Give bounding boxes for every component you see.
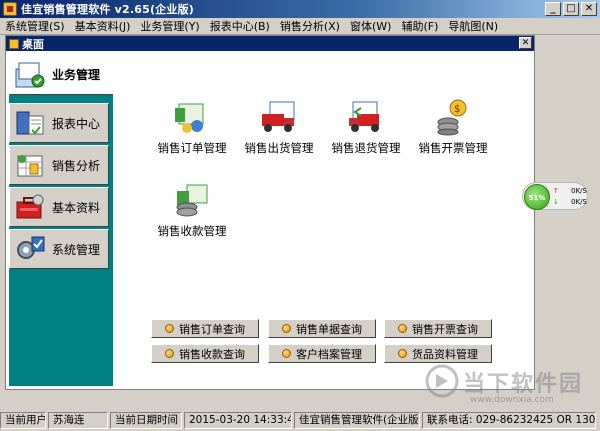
module-sales-order[interactable]: 销售订单管理 xyxy=(142,98,242,156)
sales-shipment-icon xyxy=(260,98,298,136)
download-speed: 0K/S xyxy=(571,198,587,206)
status-contact: 联系电话: 029-86232425 OR 13072908445 xyxy=(422,412,596,429)
sidebar-item-label: 业务管理 xyxy=(52,67,101,82)
module-sales-shipment[interactable]: 销售出货管理 xyxy=(229,98,329,156)
system-icon xyxy=(14,234,46,264)
sidebar-item-system[interactable]: 系统管理 xyxy=(9,229,109,269)
sidebar-item-reports[interactable]: 报表中心 xyxy=(9,103,109,143)
sidebar-item-label: 系统管理 xyxy=(52,242,101,257)
watermark-url: www.downxia.com xyxy=(470,395,554,405)
module-label: 销售开票管理 xyxy=(418,141,488,155)
module-sales-invoice[interactable]: $ 销售开票管理 xyxy=(403,98,503,156)
report-icon xyxy=(14,108,46,138)
app-icon xyxy=(3,2,17,16)
svg-text:$: $ xyxy=(454,104,460,115)
minimize-button[interactable]: _ xyxy=(545,2,561,16)
status-bar: 当前用户 苏海连 当前日期时间 2015-03-20 14:33:43 佳宜销售… xyxy=(0,410,600,431)
menu-bar: 系统管理(S) 基本资料(J) 业务管理(Y) 报表中心(B) 销售分析(X) … xyxy=(0,18,600,35)
business-icon xyxy=(14,59,46,89)
sidebar: 业务管理 报表中心 销售分析 基本资料 系统管理 xyxy=(9,53,113,386)
menu-business[interactable]: 业务管理(Y) xyxy=(135,18,204,34)
desktop-icon xyxy=(9,38,19,49)
sales-document-query-button[interactable]: 销售单据查询 xyxy=(268,319,376,338)
sales-return-icon xyxy=(347,98,385,136)
sidebar-item-business[interactable]: 业务管理 xyxy=(9,53,113,95)
watermark-text: 当下软件园 xyxy=(463,372,584,397)
status-user: 苏海连 xyxy=(48,412,108,429)
customer-records-button[interactable]: 客户档案管理 xyxy=(268,344,376,363)
sales-receipt-query-button[interactable]: 销售收款查询 xyxy=(151,344,259,363)
button-label: 销售单据查询 xyxy=(296,322,362,336)
status-product: 佳宜销售管理软件(企业版) xyxy=(294,412,420,429)
button-label: 销售开票查询 xyxy=(412,322,478,336)
sidebar-item-label: 销售分析 xyxy=(52,158,101,173)
basic-data-icon xyxy=(14,192,46,222)
desktop-titlebar: 桌面 ✕ xyxy=(6,36,534,51)
app-title: 佳宜销售管理软件 v2.65(企业版) xyxy=(21,3,194,16)
sales-order-query-button[interactable]: 销售订单查询 xyxy=(151,319,259,338)
desktop-close-button[interactable]: ✕ xyxy=(519,37,532,49)
network-percent: 51% xyxy=(524,184,550,210)
analysis-icon xyxy=(14,150,46,180)
download-speed-row: ↓ 0K/S xyxy=(553,198,587,206)
button-label: 销售订单查询 xyxy=(179,322,245,336)
sidebar-item-label: 基本资料 xyxy=(52,200,101,215)
network-speed-widget[interactable]: 51% ↑ 0K/S ↓ 0K/S xyxy=(522,182,588,210)
watermark-logo-icon xyxy=(425,364,459,398)
download-arrow-icon: ↓ xyxy=(553,198,559,206)
close-button[interactable]: ✕ xyxy=(581,2,597,16)
module-label: 销售收款管理 xyxy=(157,224,227,238)
status-datetime: 2015-03-20 14:33:43 xyxy=(184,412,292,429)
button-label: 销售收款查询 xyxy=(179,347,245,361)
sales-invoice-icon: $ xyxy=(434,98,472,136)
status-date-label: 当前日期时间 xyxy=(110,412,182,429)
button-dot-icon xyxy=(398,324,407,333)
sidebar-item-analysis[interactable]: 销售分析 xyxy=(9,145,109,185)
window-controls: _ □ ✕ xyxy=(545,2,597,16)
button-dot-icon xyxy=(398,349,407,358)
button-dot-icon xyxy=(282,324,291,333)
app-titlebar: 佳宜销售管理软件 v2.65(企业版) _ □ ✕ xyxy=(0,0,600,18)
button-dot-icon xyxy=(165,324,174,333)
button-label: 客户档案管理 xyxy=(296,347,362,361)
upload-speed: 0K/S xyxy=(571,187,587,195)
upload-arrow-icon: ↑ xyxy=(553,187,559,195)
desktop-window: 桌面 ✕ 业务管理 报表中心 销售分析 基本资料 系统管理 销售订单管理 销售出… xyxy=(5,35,535,390)
upload-speed-row: ↑ 0K/S xyxy=(553,187,587,195)
menu-basic-data[interactable]: 基本资料(J) xyxy=(70,18,136,34)
module-label: 销售订单管理 xyxy=(157,141,227,155)
module-sales-return[interactable]: 销售退货管理 xyxy=(316,98,416,156)
desktop-title: 桌面 xyxy=(22,37,44,51)
button-dot-icon xyxy=(165,349,174,358)
sales-order-icon xyxy=(173,98,211,136)
sidebar-item-basic-data[interactable]: 基本资料 xyxy=(9,187,109,227)
menu-window[interactable]: 窗体(W) xyxy=(345,18,396,34)
product-data-button[interactable]: 货品资料管理 xyxy=(384,344,492,363)
sales-receipt-icon xyxy=(173,181,211,219)
menu-navigation[interactable]: 导航图(N) xyxy=(443,18,503,34)
menu-assist[interactable]: 辅助(F) xyxy=(396,18,443,34)
button-label: 货品资料管理 xyxy=(412,347,478,361)
maximize-button[interactable]: □ xyxy=(563,2,579,16)
sales-invoice-query-button[interactable]: 销售开票查询 xyxy=(384,319,492,338)
watermark: 当下软件园 www.downxia.com xyxy=(425,364,593,410)
menu-system[interactable]: 系统管理(S) xyxy=(0,18,70,34)
module-label: 销售退货管理 xyxy=(331,141,401,155)
menu-analysis[interactable]: 销售分析(X) xyxy=(275,18,345,34)
menu-reports[interactable]: 报表中心(B) xyxy=(205,18,275,34)
module-label: 销售出货管理 xyxy=(244,141,314,155)
status-user-label: 当前用户 xyxy=(0,412,46,429)
main-content: 销售订单管理 销售出货管理 销售退货管理 $ 销售开票管理 销售收款管理 销售订… xyxy=(113,53,533,388)
sidebar-item-label: 报表中心 xyxy=(52,116,101,131)
module-sales-receipt[interactable]: 销售收款管理 xyxy=(142,181,242,239)
button-dot-icon xyxy=(282,349,291,358)
